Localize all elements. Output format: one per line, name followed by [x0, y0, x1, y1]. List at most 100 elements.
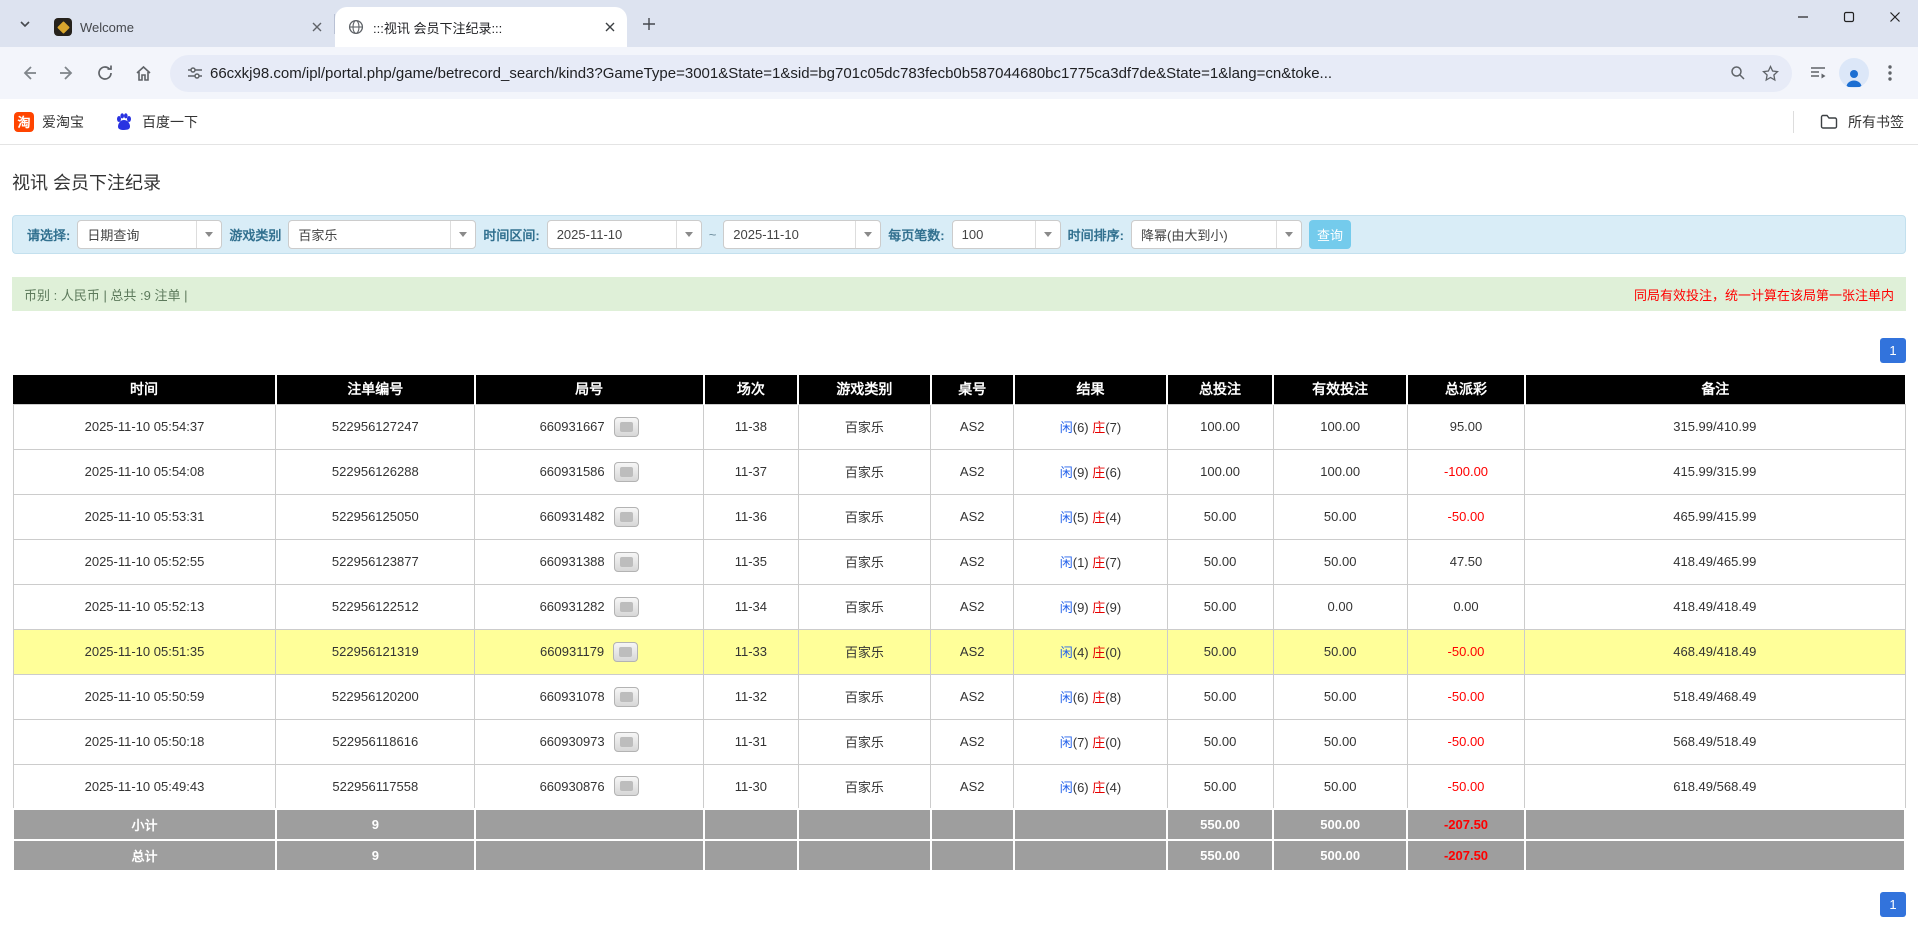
- page-1-button[interactable]: 1: [1880, 892, 1906, 917]
- player-label: 闲: [1060, 465, 1073, 480]
- tab-close-icon[interactable]: [308, 18, 326, 36]
- sort-dropdown[interactable]: 降幂(由大到小): [1131, 220, 1302, 249]
- header-valid-bet: 有效投注: [1273, 375, 1407, 404]
- banker-label: 庄: [1092, 420, 1105, 435]
- player-label: 闲: [1060, 735, 1073, 750]
- bookmark-baidu[interactable]: 百度一下: [114, 112, 198, 132]
- cell-note: 315.99/410.99: [1525, 404, 1905, 449]
- cell-table: AS2: [931, 449, 1014, 494]
- cell-session: 11-32: [704, 674, 799, 719]
- round-detail-icon[interactable]: [614, 732, 639, 752]
- page-1-button[interactable]: 1: [1880, 338, 1906, 363]
- tab-welcome[interactable]: Welcome: [42, 7, 334, 47]
- url-text[interactable]: 66cxkj98.com/ipl/portal.php/game/betreco…: [210, 65, 1722, 82]
- cell-total-bet[interactable]: 100.00: [1167, 404, 1273, 449]
- cell-total-bet[interactable]: 50.00: [1167, 584, 1273, 629]
- cell-game-type: 百家乐: [798, 539, 930, 584]
- table-row: 2025-11-10 05:52:55 522956123877 6609313…: [13, 539, 1905, 584]
- cell-total-bet[interactable]: 50.00: [1167, 764, 1273, 809]
- banker-label: 庄: [1092, 780, 1105, 795]
- tab-betrecord[interactable]: :::视讯 会员下注纪录:::: [335, 7, 627, 47]
- cell-round: 660930973: [475, 719, 704, 764]
- minimize-button[interactable]: [1780, 0, 1826, 34]
- cell-result: 闲(6) 庄(7): [1014, 404, 1167, 449]
- address-bar[interactable]: 66cxkj98.com/ipl/portal.php/game/betreco…: [170, 55, 1792, 92]
- cell-bet-id: 522956121319: [276, 629, 475, 674]
- round-detail-icon[interactable]: [614, 687, 639, 707]
- cell-result: 闲(6) 庄(4): [1014, 764, 1167, 809]
- close-window-button[interactable]: [1872, 0, 1918, 34]
- cell-total-bet[interactable]: 50.00: [1167, 539, 1273, 584]
- round-detail-icon[interactable]: [614, 597, 639, 617]
- round-detail-icon[interactable]: [614, 507, 639, 527]
- bookmark-taobao[interactable]: 淘 爱淘宝: [14, 112, 84, 132]
- round-detail-icon[interactable]: [613, 642, 638, 662]
- chevron-down-icon: [450, 221, 475, 248]
- all-bookmarks[interactable]: 所有书签: [1793, 111, 1904, 133]
- round-detail-icon[interactable]: [614, 776, 639, 796]
- search-button[interactable]: 查询: [1309, 220, 1351, 249]
- round-detail-icon[interactable]: [614, 552, 639, 572]
- cell-total-bet[interactable]: 100.00: [1167, 449, 1273, 494]
- browser-menu-icon[interactable]: [1872, 55, 1908, 91]
- cell-time: 2025-11-10 05:50:59: [13, 674, 276, 719]
- cell-note: 418.49/465.99: [1525, 539, 1905, 584]
- bookmark-star-icon[interactable]: [1754, 57, 1786, 89]
- tab-search-button[interactable]: [10, 9, 40, 39]
- cell-table: AS2: [931, 494, 1014, 539]
- back-button[interactable]: [10, 54, 48, 92]
- cell-note: 465.99/415.99: [1525, 494, 1905, 539]
- currency-summary: 币别 : 人民币 | 总共 :9 注单 |: [24, 285, 188, 304]
- page-title: 视讯 会员下注纪录: [12, 169, 1906, 195]
- page-content: 视讯 会员下注纪录 请选择: 日期查询 游戏类别 百家乐 时间区间: 2025-…: [0, 169, 1918, 917]
- banker-score: (9): [1105, 600, 1121, 615]
- footer-valid-bet: 500.00: [1273, 809, 1407, 840]
- round-detail-icon[interactable]: [614, 462, 639, 482]
- maximize-button[interactable]: [1826, 0, 1872, 34]
- player-label: 闲: [1060, 600, 1073, 615]
- cell-session: 11-35: [704, 539, 799, 584]
- game-type-dropdown[interactable]: 百家乐: [288, 220, 476, 249]
- per-page-dropdown[interactable]: 100: [952, 220, 1061, 249]
- cell-total-bet[interactable]: 50.00: [1167, 629, 1273, 674]
- cell-total-bet[interactable]: 50.00: [1167, 674, 1273, 719]
- footer-label: 总计: [13, 840, 276, 871]
- cell-round: 660931078: [475, 674, 704, 719]
- round-number: 660931482: [540, 509, 605, 524]
- cell-game-type: 百家乐: [798, 629, 930, 674]
- new-tab-button[interactable]: [635, 10, 663, 38]
- header-payout: 总派彩: [1407, 375, 1524, 404]
- date-to-dropdown[interactable]: 2025-11-10: [723, 220, 881, 249]
- player-label: 闲: [1060, 645, 1073, 660]
- cell-total-bet[interactable]: 50.00: [1167, 719, 1273, 764]
- sort-label: 时间排序:: [1068, 225, 1124, 244]
- cell-result: 闲(1) 庄(7): [1014, 539, 1167, 584]
- per-page-label: 每页笔数:: [888, 225, 944, 244]
- cell-table: AS2: [931, 674, 1014, 719]
- cell-round: 660931179: [475, 629, 704, 674]
- cell-note: 415.99/315.99: [1525, 449, 1905, 494]
- cell-total-bet[interactable]: 50.00: [1167, 494, 1273, 539]
- reload-button[interactable]: [86, 54, 124, 92]
- cell-time: 2025-11-10 05:52:13: [13, 584, 276, 629]
- site-info-icon[interactable]: [180, 58, 210, 88]
- cell-game-type: 百家乐: [798, 674, 930, 719]
- cell-session: 11-36: [704, 494, 799, 539]
- cell-payout: -50.00: [1407, 674, 1524, 719]
- round-detail-icon[interactable]: [614, 417, 639, 437]
- query-type-dropdown[interactable]: 日期查询: [77, 220, 222, 249]
- forward-button[interactable]: [48, 54, 86, 92]
- footer-payout: -207.50: [1407, 809, 1524, 840]
- home-button[interactable]: [124, 54, 162, 92]
- zoom-icon[interactable]: [1722, 57, 1754, 89]
- profile-avatar[interactable]: [1836, 55, 1872, 91]
- media-controls-icon[interactable]: [1800, 55, 1836, 91]
- date-from-dropdown[interactable]: 2025-11-10: [547, 220, 702, 249]
- game-type-label: 游戏类别: [229, 225, 281, 244]
- tab-close-icon[interactable]: [601, 18, 619, 36]
- player-label: 闲: [1060, 420, 1073, 435]
- summary-row: 小计 9 550.00 500.00 -207.50: [13, 809, 1905, 840]
- player-label: 闲: [1060, 510, 1073, 525]
- cell-game-type: 百家乐: [798, 494, 930, 539]
- summary-bar: 币别 : 人民币 | 总共 :9 注单 | 同局有效投注，统一计算在该局第一张注…: [12, 277, 1906, 311]
